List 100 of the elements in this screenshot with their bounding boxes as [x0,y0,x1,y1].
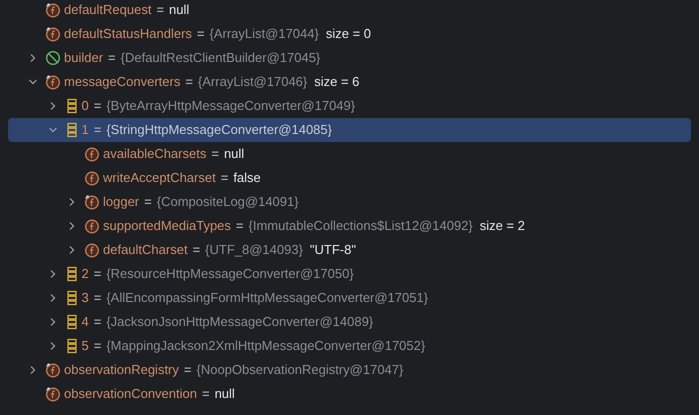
equals-sign: = [94,313,102,332]
field-icon [84,218,100,234]
value-detail: "UTF-8" [310,241,356,260]
object-reference: {ImmutableCollections$List12@14092} [248,217,473,236]
variable-name: 2 [82,265,89,284]
array-item-icon [64,98,78,114]
final-field-icon [84,194,100,210]
variable-name: writeAcceptCharset [103,169,216,188]
object-reference: {AllEncompassingFormHttpMessageConverter@17051} [106,289,428,308]
final-field-icon [45,362,61,378]
equals-sign: = [94,265,102,284]
selected-tree-row[interactable]: 1 = {StringHttpMessageConverter@14085} [8,118,691,142]
object-reference: {JacksonJsonHttpMessageConverter@14089} [106,313,374,332]
variable-name: 3 [82,289,89,308]
variable-name: supportedMediaTypes [103,217,231,236]
equals-sign: = [184,361,192,380]
variable-name: logger [103,193,140,212]
equals-sign: = [192,241,200,260]
tree-row[interactable]: 2 = {ResourceHttpMessageConverter@17050} [8,262,691,286]
equals-sign: = [94,337,102,356]
tree-row[interactable]: defaultRequest = null [8,0,691,22]
final-field-icon [45,386,61,402]
expand-chevron-icon[interactable] [48,269,58,279]
equals-sign: = [236,217,244,236]
tree-row[interactable]: 0 = {ByteArrayHttpMessageConverter@17049} [8,94,691,118]
object-reference: {ResourceHttpMessageConverter@17050} [106,265,354,284]
field-icon [84,242,100,258]
equals-sign: = [94,97,102,116]
variable-name: messageConverters [64,73,180,92]
expand-chevron-icon[interactable] [48,341,58,351]
object-reference: {StringHttpMessageConverter@14085} [106,121,332,140]
variable-name: availableCharsets [103,145,206,164]
variable-name: 0 [82,97,89,116]
field-icon [84,170,100,186]
equals-sign: = [108,49,116,68]
object-reference: {ByteArrayHttpMessageConverter@17049} [106,97,356,116]
expand-chevron-icon[interactable] [67,245,77,255]
tree-row[interactable]: logger = {CompositeLog@14091} [8,190,691,214]
array-item-icon [64,122,78,138]
object-reference: {NoopObservationRegistry@17047} [196,361,404,380]
no-entry-icon [45,50,61,66]
variable-name: defaultCharset [103,241,188,260]
object-reference: {DefaultRestClientBuilder@17045} [120,49,320,68]
object-reference: {CompositeLog@14091} [156,193,299,212]
array-item-icon [64,266,78,282]
tree-row[interactable]: 3 = {AllEncompassingFormHttpMessageConverter@17051} [8,286,691,310]
collapse-chevron-icon[interactable] [48,125,58,135]
expand-chevron-icon[interactable] [28,53,38,63]
object-reference: {UTF_8@14093} [205,241,303,260]
tree-row[interactable]: builder = {DefaultRestClientBuilder@17045} [8,46,691,70]
object-reference: {MappingJackson2XmlHttpMessageConverter@17052} [106,337,426,356]
final-field-icon [45,2,61,18]
tree-row[interactable]: observationConvention = null [8,382,691,406]
expand-chevron-icon[interactable] [48,293,58,303]
collapse-chevron-icon[interactable] [28,77,38,87]
equals-sign: = [94,289,102,308]
equals-sign: = [94,121,102,140]
variable-value: null [169,1,190,20]
tree-row[interactable]: defaultStatusHandlers = {ArrayList@17044} size = 0 [8,22,691,46]
array-item-icon [64,290,78,306]
tree-row[interactable]: observationRegistry = {NoopObservationRegistry@17047} [8,358,691,382]
tree-row[interactable]: 4 = {JacksonJsonHttpMessageConverter@14089} [8,310,691,334]
field-icon [84,146,100,162]
variable-name: 4 [82,313,89,332]
tree-row[interactable]: availableCharsets = null [8,142,691,166]
value-detail: size = 2 [480,217,525,236]
tree-row[interactable]: 5 = {MappingJackson2XmlHttpMessageConverter@17052} [8,334,691,358]
equals-sign: = [144,193,152,212]
variable-value: null [224,145,244,164]
expand-chevron-icon[interactable] [48,317,58,327]
variable-name: observationConvention [64,385,197,404]
equals-sign: = [196,25,205,44]
equals-sign: = [202,385,210,404]
variable-value: null [214,385,235,404]
equals-sign: = [211,145,219,164]
object-reference: {ArrayList@17044} [210,25,319,44]
tree-row[interactable]: supportedMediaTypes = {ImmutableCollections$List12@14092} size = 2 [8,214,691,238]
variable-name: defaultRequest [64,1,152,20]
tree-row[interactable]: writeAcceptCharset = false [8,166,691,190]
variable-name: observationRegistry [64,361,179,380]
tree-row[interactable]: messageConverters = {ArrayList@17046} size = 6 [8,70,691,94]
variable-name: defaultStatusHandlers [64,25,192,44]
value-detail: size = 0 [326,25,372,44]
tree-row[interactable]: defaultCharset = {UTF_8@14093} "UTF-8" [8,238,691,262]
value-detail: size = 6 [314,73,360,92]
equals-sign: = [156,1,164,20]
variable-value: false [233,169,261,188]
expand-chevron-icon[interactable] [48,101,58,111]
expand-chevron-icon[interactable] [67,221,77,231]
expand-chevron-icon[interactable] [67,197,77,207]
equals-sign: = [220,169,228,188]
variable-name: builder [64,49,104,68]
array-item-icon [64,338,78,354]
array-item-icon [64,314,78,330]
final-field-icon [45,74,61,90]
object-reference: {ArrayList@17046} [198,73,308,92]
expand-chevron-icon[interactable] [28,365,38,375]
final-field-icon [45,26,61,42]
variable-name: 1 [82,121,89,140]
variable-name: 5 [82,337,89,356]
